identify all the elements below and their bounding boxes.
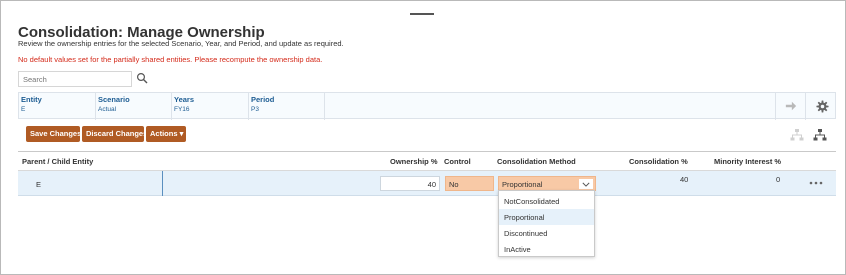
column-header-consolidation[interactable]: Consolidation % — [629, 157, 688, 166]
pov-value: Actual — [98, 106, 117, 113]
consolidation-method-dropdown: NotConsolidated Proportional Discontinue… — [498, 190, 595, 257]
chevron-down-icon — [582, 182, 590, 187]
table-row[interactable]: E 40 No Proportional 40 0 — [18, 171, 836, 196]
entity-cell: E — [36, 180, 42, 189]
minority-interest-cell: 0 — [776, 175, 781, 184]
pov-value: P3 — [251, 106, 259, 113]
pov-scenario[interactable]: Scenario Actual — [96, 93, 172, 120]
control-cell[interactable]: No — [445, 176, 494, 191]
column-header-method[interactable]: Consolidation Method — [497, 157, 576, 166]
dropdown-toggle[interactable] — [579, 179, 593, 189]
grid-header: Parent / Child Entity Ownership % Contro… — [18, 151, 836, 171]
pov-label: Years — [174, 95, 195, 104]
ownership-input[interactable]: 40 — [380, 176, 440, 191]
save-changes-button[interactable]: Save Changes — [26, 126, 81, 142]
column-divider — [162, 171, 163, 196]
page-subtitle: Review the ownership entries for the sel… — [18, 39, 344, 48]
actions-menu-button[interactable]: Actions ▾ — [146, 126, 186, 142]
pov-value: E — [21, 106, 26, 113]
pov-bar: Entity E Scenario Actual Years FY16 Peri… — [18, 92, 837, 120]
column-header-control[interactable]: Control — [444, 157, 471, 166]
column-header-minority[interactable]: Minority Interest % — [714, 157, 781, 166]
gear-icon — [816, 100, 829, 113]
pov-entity[interactable]: Entity E — [19, 93, 96, 120]
pov-label: Period — [251, 95, 275, 104]
search-icon[interactable] — [136, 72, 148, 84]
hierarchy-icon[interactable] — [813, 128, 827, 142]
drag-handle[interactable] — [410, 13, 434, 15]
settings-button[interactable] — [805, 93, 837, 120]
dropdown-option-discontinued[interactable]: Discontinued — [499, 225, 594, 241]
column-header-ownership[interactable]: Ownership % — [390, 157, 438, 166]
discard-changes-button[interactable]: Discard Changes — [82, 126, 147, 142]
warning-message: No default values set for the partially … — [18, 55, 323, 64]
dropdown-option-proportional[interactable]: Proportional — [499, 209, 594, 225]
pov-period[interactable]: Period P3 — [249, 93, 325, 120]
pov-years[interactable]: Years FY16 — [172, 93, 249, 120]
method-selected-value: Proportional — [502, 180, 543, 189]
more-icon[interactable] — [808, 180, 824, 186]
go-button[interactable] — [775, 93, 805, 120]
consolidation-method-select[interactable]: Proportional — [498, 176, 596, 191]
search-input[interactable] — [18, 71, 132, 87]
dropdown-option-notconsolidated[interactable]: NotConsolidated — [499, 193, 594, 209]
pov-label: Scenario — [98, 95, 130, 104]
hierarchy-icon — [790, 129, 804, 141]
dropdown-option-inactive[interactable]: InActive — [499, 241, 594, 257]
arrow-right-icon — [785, 101, 797, 111]
consolidation-percent-cell: 40 — [680, 175, 689, 184]
column-header-entity[interactable]: Parent / Child Entity — [22, 157, 93, 166]
pov-value: FY16 — [174, 106, 190, 113]
pov-label: Entity — [21, 95, 42, 104]
